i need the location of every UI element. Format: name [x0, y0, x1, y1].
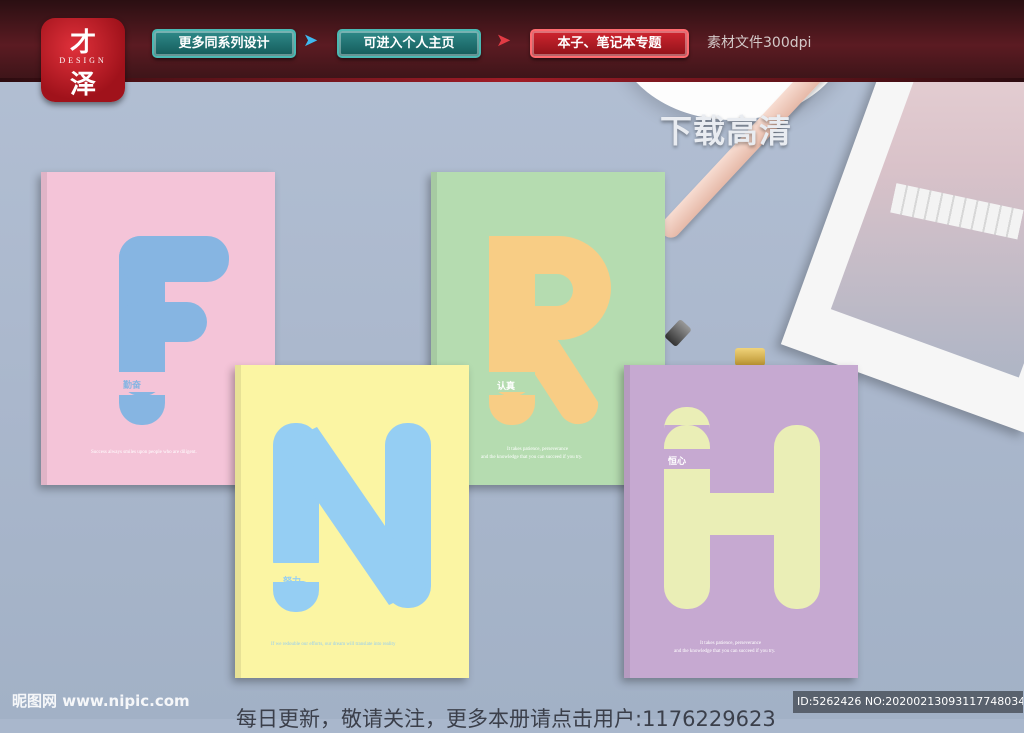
- notebook-quote-line2: and the knowledge that you can succeed i…: [481, 455, 583, 460]
- image-id-label: ID:5262426 NO:20200213093117748034: [793, 691, 1023, 713]
- letter-h-glyph: [664, 407, 820, 609]
- logo-char-top: 才: [69, 28, 96, 58]
- arrow-right-icon: ➤: [496, 30, 512, 51]
- notebook-quote: If we redouble our efforts, our dream wi…: [271, 642, 396, 647]
- notebook-word: 认真: [497, 382, 516, 392]
- notebook-h: 恒心 It takes patience, perseverance and t…: [624, 365, 858, 678]
- update-notice: 每日更新，敬请关注，更多本册请点击用户:1176229623: [236, 707, 776, 731]
- notebook-quote: It takes patience, perseverance: [700, 641, 762, 646]
- logo-char-bottom: 泽: [69, 70, 96, 100]
- notebook-quote-line2: and the knowledge that you can succeed i…: [674, 649, 776, 654]
- notebook-quote: Success always smiles upon people who ar…: [91, 450, 197, 455]
- notebook-topic-button[interactable]: 本子、笔记本专题: [530, 29, 689, 58]
- more-series-button[interactable]: 更多同系列设计: [152, 29, 296, 58]
- download-hd-label[interactable]: 下载高清: [660, 106, 792, 152]
- designer-logo[interactable]: 才 DESIGN 泽: [41, 18, 125, 102]
- nipic-watermark: 昵图网 www.nipic.com: [12, 692, 190, 710]
- notebook-quote: It takes patience, perseverance: [507, 447, 569, 452]
- notebook-word: 勤奋: [123, 381, 142, 391]
- letter-n-glyph: [273, 423, 431, 612]
- personal-homepage-button[interactable]: 可进入个人主页: [337, 29, 481, 58]
- arrow-right-icon: ➤: [303, 30, 319, 51]
- notebook-word: 努力: [283, 577, 302, 587]
- resolution-label: 素材文件300dpi: [707, 35, 812, 51]
- notebook-n: 努力 If we redouble our efforts, our dream…: [235, 365, 469, 678]
- notebook-word: 恒心: [668, 457, 687, 467]
- binder-clip: [735, 348, 765, 366]
